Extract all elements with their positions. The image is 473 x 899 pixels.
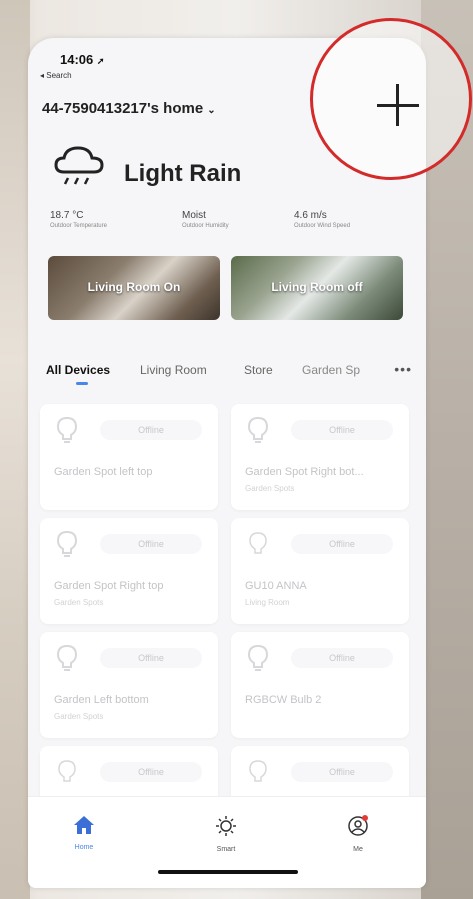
home-name: 44-7590413217's home: [42, 100, 204, 117]
bulb-icon: [247, 416, 269, 443]
device-room: Garden Spots: [54, 712, 104, 721]
plus-icon[interactable]: [396, 84, 399, 126]
sun-icon: [216, 816, 236, 836]
device-room: Garden Spots: [245, 484, 295, 493]
device-name: Garden Left bottom: [54, 694, 149, 706]
bulb-icon: [56, 416, 78, 443]
tab-garden-spots[interactable]: Garden Sp: [302, 363, 360, 377]
stat-wind-speed: 4.6 m/s Outdoor Wind Speed: [294, 210, 351, 229]
nav-smart[interactable]: Smart: [196, 815, 256, 853]
device-status: Offline: [291, 762, 393, 782]
add-device-highlight-ring: [310, 18, 472, 180]
device-status: Offline: [291, 420, 393, 440]
bottom-navigation: Home Smart Me: [28, 796, 426, 888]
bulb-icon: [58, 760, 76, 782]
room-tabs: All Devices Living Room Store Garden Sp …: [46, 361, 416, 389]
status-time: 14:06 ➚: [60, 52, 105, 67]
device-name: Garden Spot left top: [54, 466, 153, 478]
active-tab-indicator: [76, 382, 88, 385]
device-status: Offline: [100, 420, 202, 440]
stat-temperature: 18.7 °C Outdoor Temperature: [50, 210, 107, 229]
bulb-icon: [56, 530, 78, 557]
home-indicator: [158, 870, 298, 874]
device-status: Offline: [291, 648, 393, 668]
tab-all-devices[interactable]: All Devices: [46, 363, 110, 377]
device-status: Offline: [291, 534, 393, 554]
cloud-rain-icon: [54, 146, 104, 185]
scene-living-room-off[interactable]: Living Room off: [231, 256, 403, 320]
tab-store[interactable]: Store: [244, 363, 273, 377]
device-card[interactable]: Offline GU10 ANNA Living Room: [231, 518, 409, 624]
back-to-search-link[interactable]: ◂ Search: [40, 71, 72, 80]
scene-living-room-on[interactable]: Living Room On: [48, 256, 220, 320]
device-status: Offline: [100, 534, 202, 554]
bulb-icon: [56, 644, 78, 671]
notification-dot: [362, 815, 368, 821]
chevron-down-icon: ⌄: [207, 105, 216, 116]
bulb-icon: [249, 532, 267, 554]
device-card[interactable]: Offline Garden Spot left top: [40, 404, 218, 510]
nav-me[interactable]: Me: [328, 815, 388, 853]
device-name: RGBCW Bulb 2: [245, 694, 322, 706]
device-room: Garden Spots: [54, 598, 104, 607]
device-card[interactable]: Offline Garden Spot Right top Garden Spo…: [40, 518, 218, 624]
device-card[interactable]: Offline Garden Spot Right bot... Garden …: [231, 404, 409, 510]
location-arrow-icon: ➚: [96, 56, 105, 66]
device-name: Garden Spot Right bot...: [245, 466, 364, 478]
weather-condition: Light Rain: [124, 160, 242, 187]
more-tabs-icon[interactable]: •••: [394, 361, 412, 377]
device-card[interactable]: Offline RGBCW Bulb 2: [231, 632, 409, 738]
background-left: [0, 0, 30, 899]
tab-living-room[interactable]: Living Room: [140, 363, 207, 377]
device-status: Offline: [100, 648, 202, 668]
device-room: Living Room: [245, 598, 290, 607]
nav-home[interactable]: Home: [54, 815, 114, 851]
home-icon: [74, 816, 94, 834]
device-status: Offline: [100, 762, 202, 782]
bulb-icon: [247, 644, 269, 671]
stat-humidity: Moist Outdoor Humidity: [182, 210, 229, 229]
device-name: GU10 ANNA: [245, 580, 307, 592]
home-selector[interactable]: 44-7590413217's home ⌄: [42, 100, 216, 117]
user-icon: [348, 815, 368, 836]
device-name: Garden Spot Right top: [54, 580, 164, 592]
bulb-icon: [249, 760, 267, 782]
device-card[interactable]: Offline Garden Left bottom Garden Spots: [40, 632, 218, 738]
